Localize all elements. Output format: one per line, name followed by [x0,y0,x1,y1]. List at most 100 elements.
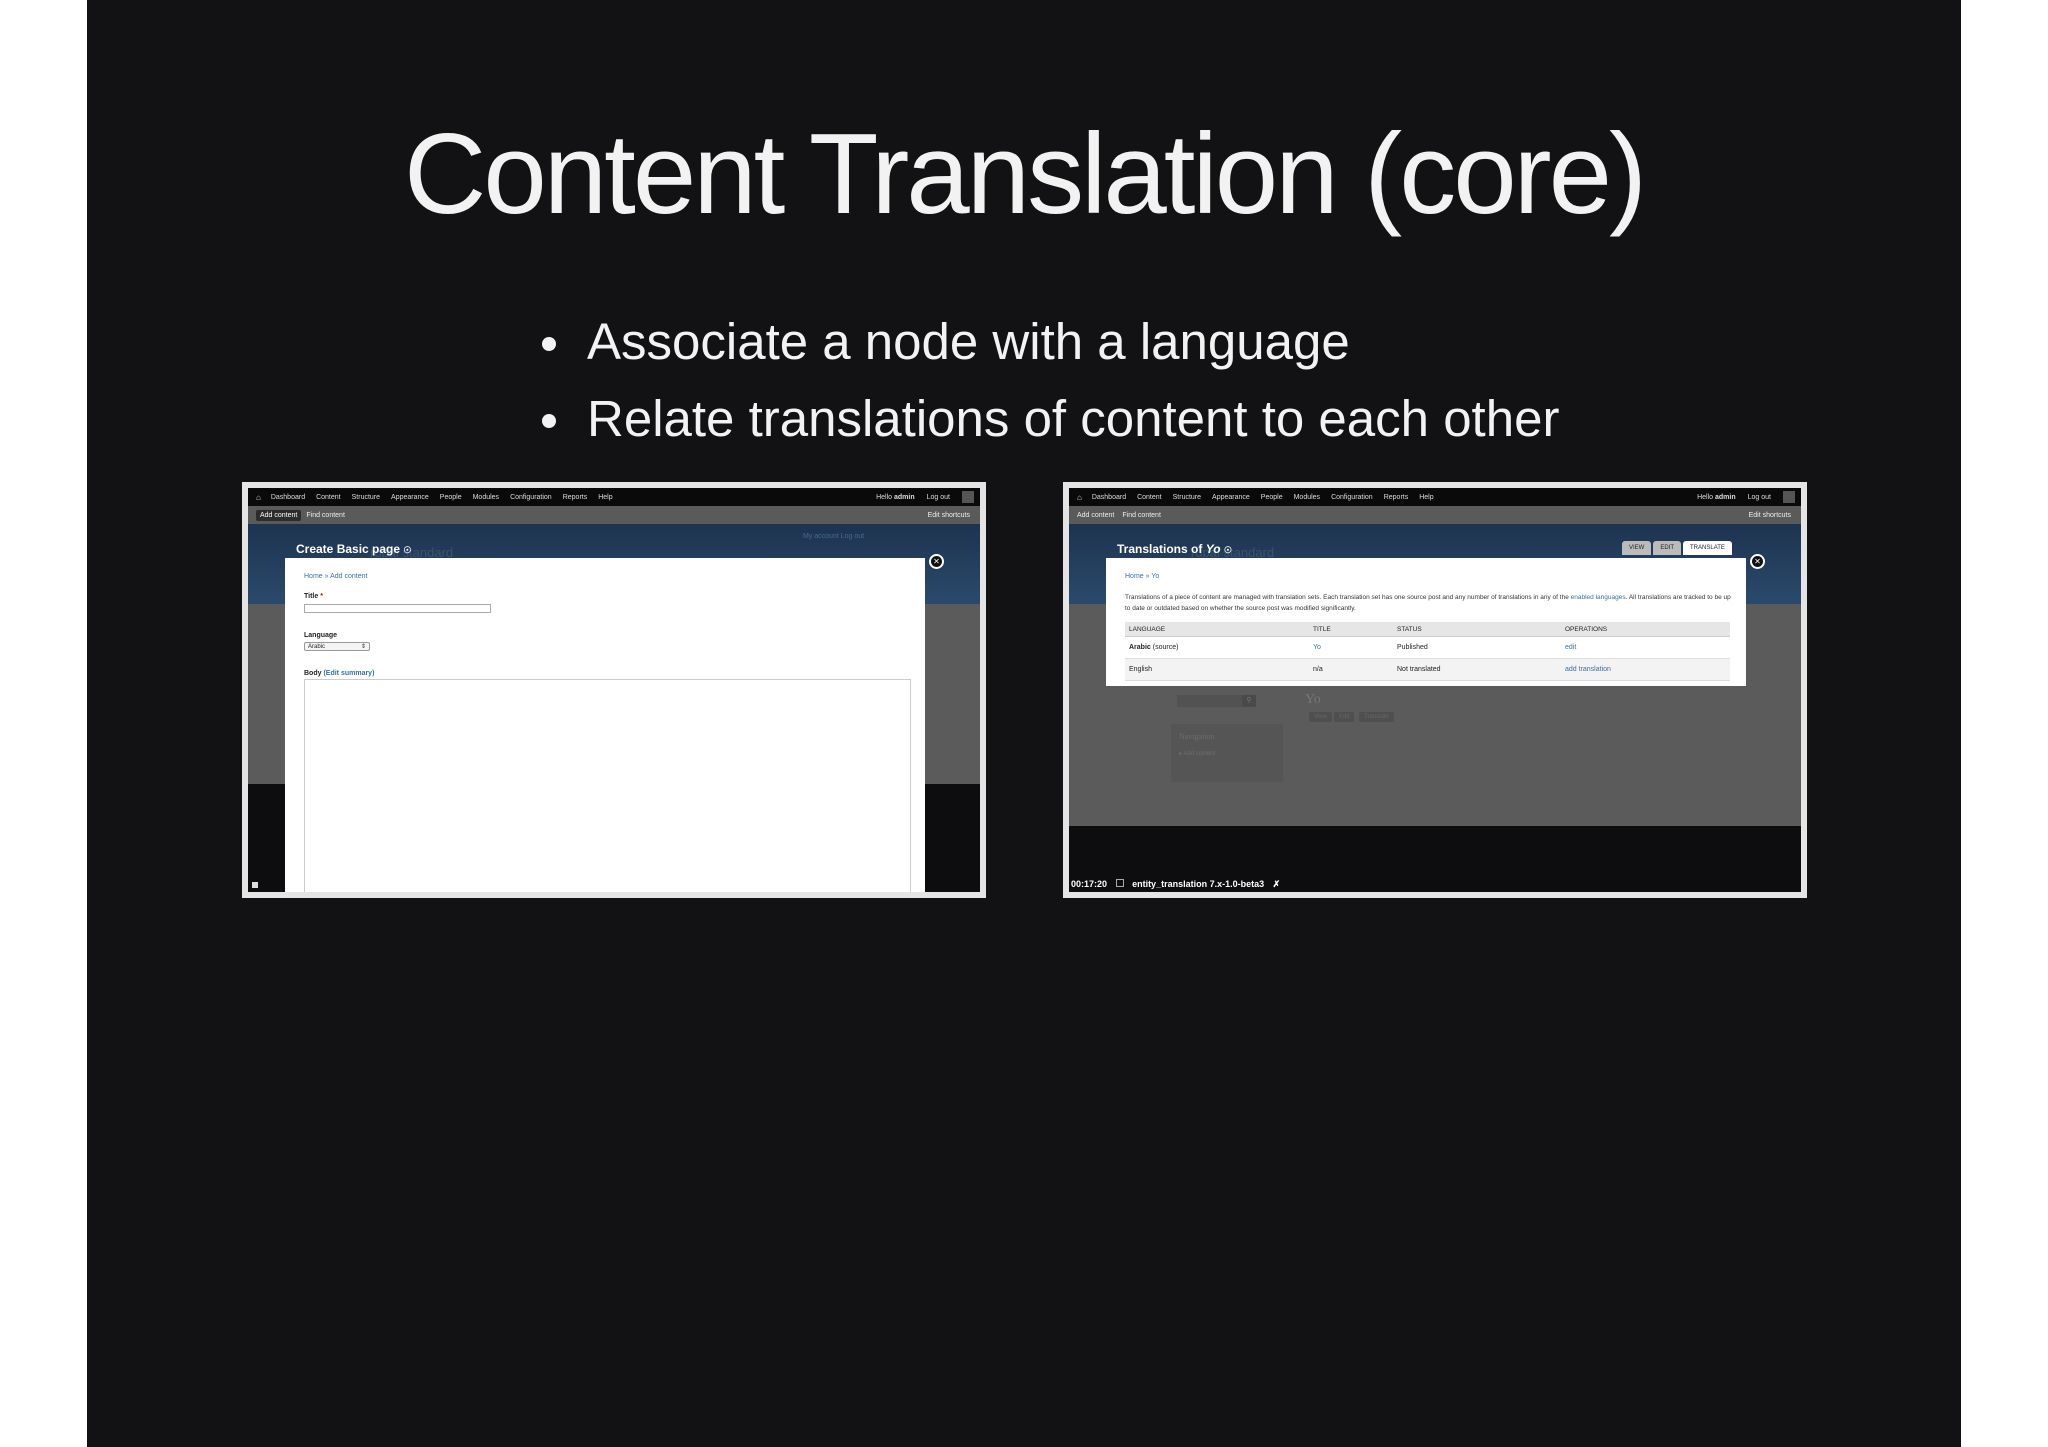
bullet-item: Relate translations of content to each o… [542,380,1559,457]
toolbar-item-structure[interactable]: Structure [352,494,380,501]
tab-edit[interactable]: EDIT [1653,541,1682,555]
shortcut-add-content[interactable]: Add content [256,509,302,521]
toolbar-item-configuration[interactable]: Configuration [1331,494,1373,501]
video-status-bar: 00:17:20 entity_translation 7.x-1.0-beta… [1071,879,1280,890]
cell-status: Not translated [1393,658,1561,681]
hello-user: Hello admin [1697,493,1736,501]
cell-title: n/a [1309,658,1393,681]
overlay-dialog: Home » Yo Translations of a piece of con… [1106,558,1746,686]
cell-operation[interactable]: edit [1561,636,1730,659]
screenshot-translations: ⌂ Dashboard Content Structure Appearance… [1063,482,1807,898]
breadcrumb[interactable]: Home » Yo [1125,573,1159,580]
toolbar-toggle-icon[interactable] [962,491,974,503]
admin-toolbar: ⌂ Dashboard Content Structure Appearance… [248,488,980,506]
screenshot-viewport: ⌂ Dashboard Content Structure Appearance… [1069,488,1801,892]
bullet-list: Associate a node with a language Relate … [542,303,1559,457]
cell-language: English [1125,658,1309,681]
toolbar-item-appearance[interactable]: Appearance [391,494,429,501]
toolbar-item-content[interactable]: Content [316,494,341,501]
body-label: Body (Edit summary) [304,670,375,677]
column-header-status[interactable]: STATUS [1393,622,1561,637]
column-header-title[interactable]: TITLE [1309,622,1393,637]
column-header-language[interactable]: LANGUAGE [1125,622,1309,637]
shortcut-find-content[interactable]: Find content [1122,512,1161,519]
bg-node-title: Yo [1305,692,1321,707]
search-box[interactable] [1177,695,1242,707]
shortcut-star-icon[interactable]: ☉ [403,545,411,555]
cell-title[interactable]: Yo [1309,636,1393,659]
tab-view[interactable]: VIEW [1622,541,1652,555]
toolbar-item-help[interactable]: Help [1419,494,1433,501]
breadcrumb[interactable]: Home » Add content [304,573,367,580]
edit-shortcuts-link[interactable]: Edit shortcuts [928,512,970,519]
toolbar-item-modules[interactable]: Modules [473,494,499,501]
close-status-icon[interactable]: ✗ [1273,879,1281,889]
body-textarea[interactable] [304,679,911,892]
hello-user: Hello admin [876,493,915,501]
bg-navigation-item[interactable]: ▸ Add content [1179,750,1215,757]
logout-link[interactable]: Log out [927,494,950,501]
table-header-row: LANGUAGE TITLE STATUS OPERATIONS [1125,622,1730,637]
toolbar-item-dashboard[interactable]: Dashboard [271,494,305,501]
language-label: Language [304,632,338,639]
shortcut-add-content[interactable]: Add content [1077,512,1114,519]
enabled-languages-link[interactable]: enabled languages [1571,594,1626,601]
tab-translate[interactable]: TRANSLATE [1683,541,1732,555]
shortcut-star-icon[interactable]: ☉ [1224,545,1232,555]
toolbar-user-area: Hello admin Log out [852,488,974,506]
title-label: Title * [304,593,323,600]
table-row: English n/a Not translated add translati… [1125,658,1730,681]
toolbar-item-people[interactable]: People [1261,494,1283,501]
toolbar-toggle-icon[interactable] [1783,491,1795,503]
bg-navigation-heading: Navigation [1179,732,1215,741]
toolbar-item-help[interactable]: Help [598,494,612,501]
table-row: Arabic (source) Yo Published edit [1125,636,1730,659]
edit-link: edit [1565,644,1577,651]
page-title: Create Basic page ☉ [296,542,412,556]
close-icon[interactable]: ✕ [929,554,944,569]
overlay-tabs: VIEW EDIT TRANSLATE [1620,541,1732,555]
home-icon[interactable]: ⌂ [1077,493,1082,502]
toolbar-item-dashboard[interactable]: Dashboard [1092,494,1126,501]
toolbar-item-structure[interactable]: Structure [1173,494,1201,501]
bullet-dot-icon [542,414,556,428]
toolbar-item-reports[interactable]: Reports [563,494,588,501]
screenshot-create-page: ⌂ Dashboard Content Structure Appearance… [242,482,986,898]
toolbar-item-modules[interactable]: Modules [1294,494,1320,501]
shortcut-bar: Add content Find content Edit shortcuts [248,506,980,524]
logout-link[interactable]: Log out [1748,494,1771,501]
edit-summary-link[interactable]: (Edit summary) [323,670,374,677]
overlay-dialog: Home » Add content Title * Language Arab… [285,558,925,892]
title-input[interactable] [304,604,491,613]
bg-tab-view[interactable]: View [1309,712,1332,722]
toolbar-item-reports[interactable]: Reports [1384,494,1409,501]
home-icon[interactable]: ⌂ [256,493,261,502]
toolbar-item-content[interactable]: Content [1137,494,1162,501]
toolbar-user-area: Hello admin Log out [1673,488,1795,506]
screenshot-viewport: ⌂ Dashboard Content Structure Appearance… [248,488,980,892]
close-icon[interactable]: ✕ [1750,554,1765,569]
cell-status: Published [1393,636,1561,659]
header-links: My account Log out [803,533,865,540]
select-arrows-icon: ⇕ [360,644,366,650]
search-icon[interactable]: ⚲ [1242,695,1256,707]
language-select[interactable]: Arabic ⇕ [304,642,370,651]
cell-language: Arabic (source) [1125,636,1309,659]
resize-handle-icon[interactable] [252,882,258,888]
video-label: entity_translation 7.x-1.0-beta3 [1132,879,1265,889]
bg-tab-edit[interactable]: Edit [1334,712,1355,722]
toolbar-item-configuration[interactable]: Configuration [510,494,552,501]
bg-tab-translate[interactable]: Translate [1359,712,1394,722]
toolbar-item-people[interactable]: People [440,494,462,501]
page-title: Translations of Yo ☉ [1117,542,1232,556]
cell-operation[interactable]: add translation [1561,658,1730,681]
shortcut-bar: Add content Find content Edit shortcuts [1069,506,1801,524]
toolbar-item-appearance[interactable]: Appearance [1212,494,1250,501]
record-icon [1115,879,1124,887]
shortcut-find-content[interactable]: Find content [306,512,345,519]
admin-toolbar: ⌂ Dashboard Content Structure Appearance… [1069,488,1801,506]
translations-table: LANGUAGE TITLE STATUS OPERATIONS Arabic … [1125,622,1730,681]
edit-shortcuts-link[interactable]: Edit shortcuts [1749,512,1791,519]
translation-description: Translations of a piece of content are m… [1125,594,1731,612]
column-header-operations: OPERATIONS [1561,622,1730,637]
